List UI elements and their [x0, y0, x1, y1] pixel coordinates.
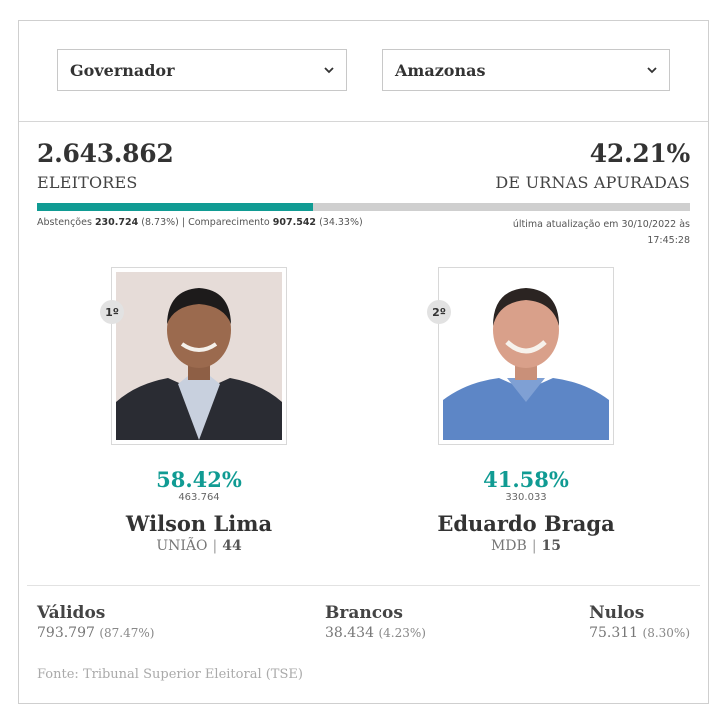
- blank-votes-label: Brancos: [325, 603, 403, 623]
- state-select-value: Amazonas: [395, 60, 486, 80]
- valid-votes-pct: (87.47%): [99, 626, 155, 640]
- valid-votes-label: Válidos: [37, 603, 106, 623]
- turnout-info: Abstenções 230.724 (8.73%) | Comparecime…: [37, 217, 363, 228]
- abstentions-pct: (8.73%): [141, 217, 179, 228]
- election-results-card: Governador Amazonas 2.643.862 ELEITORES …: [18, 20, 709, 704]
- blank-votes-line: 38.434 (4.23%): [325, 625, 426, 641]
- turnout-separator: |: [181, 217, 186, 228]
- turnout-label: Comparecimento: [188, 217, 270, 228]
- counted-percent: 42.21%: [589, 139, 691, 168]
- counting-progress-fill: [37, 203, 313, 211]
- header-divider: [19, 121, 708, 122]
- last-update: última atualização em 30/10/2022 às 17:4…: [512, 219, 690, 246]
- abstentions-label: Abstenções: [37, 217, 92, 228]
- candidate-party: UNIÃO: [156, 538, 208, 554]
- candidate-number: 44: [222, 538, 242, 554]
- null-votes-label: Nulos: [589, 603, 645, 623]
- candidate-photo: [443, 272, 609, 440]
- party-separator: |: [212, 538, 218, 554]
- source-note: Fonte: Tribunal Superior Eleitoral (TSE): [37, 667, 303, 682]
- chevron-down-icon: [324, 67, 334, 74]
- office-select-value: Governador: [70, 60, 175, 80]
- state-select[interactable]: Amazonas: [382, 49, 670, 91]
- null-votes-pct: (8.30%): [642, 626, 690, 640]
- candidate-votes: 330.033: [505, 492, 547, 503]
- candidate-number: 15: [541, 538, 562, 554]
- abstentions-value: 230.724: [94, 217, 139, 228]
- rank-badge: 2º: [427, 300, 451, 324]
- candidate-votes: 463.764: [178, 492, 220, 503]
- candidate-card: 1º 58.42% 463.764 Wilson Lima UNIÃO | 44: [49, 267, 349, 554]
- candidate-percent: 41.58%: [483, 467, 569, 492]
- candidate-party: MDB: [490, 538, 527, 554]
- office-select[interactable]: Governador: [57, 49, 347, 91]
- chevron-down-icon: [647, 67, 657, 74]
- counted-label: DE URNAS APURADAS: [495, 173, 690, 192]
- counting-progress-bar: [37, 203, 690, 211]
- candidate-name: Wilson Lima: [125, 511, 273, 536]
- null-votes: Nulos 75.311 (8.30%): [589, 603, 690, 641]
- candidate-percent: 58.42%: [156, 467, 242, 492]
- totals-divider: [27, 585, 700, 586]
- candidate-card: 2º 41.58% 330.033 Eduardo Braga MDB | 15: [376, 267, 676, 554]
- candidate-photo-frame: 2º: [427, 267, 614, 445]
- candidate-party-line: UNIÃO | 44: [49, 538, 349, 554]
- candidate-photo-frame: 1º: [100, 267, 287, 445]
- party-separator: |: [531, 538, 537, 554]
- turnout-value: 907.542: [272, 217, 317, 228]
- valid-votes: Válidos 793.797 (87.47%): [37, 603, 154, 641]
- blank-votes: Brancos 38.434 (4.23%): [325, 603, 426, 641]
- candidate-photo: [116, 272, 282, 440]
- blank-votes-pct: (4.23%): [378, 626, 426, 640]
- null-votes-line: 75.311 (8.30%): [589, 625, 690, 641]
- candidate-party-line: MDB | 15: [376, 538, 676, 554]
- candidate-name: Eduardo Braga: [437, 511, 615, 536]
- valid-votes-value: 793.797: [37, 625, 95, 641]
- valid-votes-line: 793.797 (87.47%): [37, 625, 154, 641]
- turnout-pct: (34.33%): [319, 217, 363, 228]
- electors-count: 2.643.862: [37, 139, 174, 168]
- rank-badge: 1º: [100, 300, 124, 324]
- electors-label: ELEITORES: [37, 173, 138, 192]
- blank-votes-value: 38.434: [325, 625, 374, 641]
- null-votes-value: 75.311: [589, 625, 639, 641]
